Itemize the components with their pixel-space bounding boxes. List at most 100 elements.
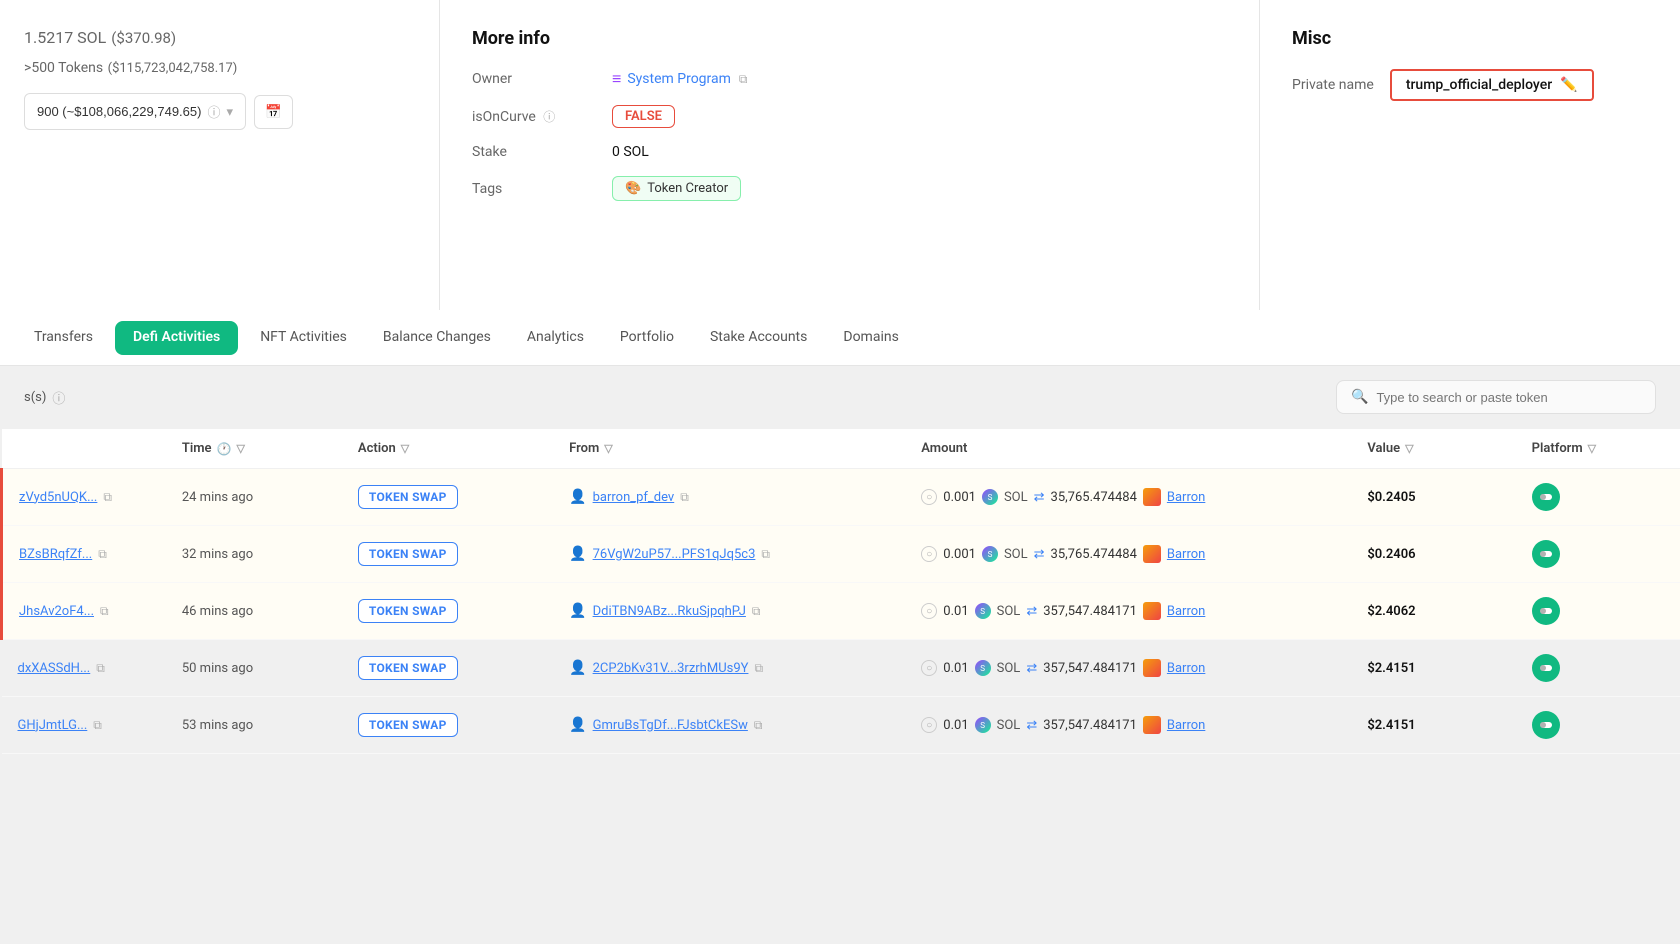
- tags-value: 🎨 Token Creator: [612, 176, 741, 201]
- tab-domains[interactable]: Domains: [825, 313, 916, 363]
- action-badge: TOKEN SWAP: [358, 485, 458, 509]
- platform-icon[interactable]: [1532, 711, 1560, 739]
- hash-copy-icon[interactable]: ⧉: [100, 604, 109, 619]
- platform-filter-icon[interactable]: ▽: [1588, 442, 1596, 455]
- cell-platform: [1516, 640, 1680, 697]
- nft-avatar: [1143, 488, 1161, 506]
- search-input[interactable]: [1376, 390, 1636, 405]
- from-filter-icon[interactable]: ▽: [604, 442, 612, 455]
- table-row: zVyd5nUQK... ⧉ 24 mins ago TOKEN SWAP 👤 …: [2, 469, 1680, 526]
- swap-arrows-icon: ⇄: [1034, 490, 1045, 505]
- system-program-icon: ≡: [612, 69, 621, 89]
- platform-icon[interactable]: [1532, 654, 1560, 682]
- platform-icon[interactable]: [1532, 540, 1560, 568]
- token-name-link[interactable]: Barron: [1167, 661, 1205, 676]
- from-link[interactable]: barron_pf_dev: [593, 490, 675, 505]
- from-link[interactable]: 76VgW2uP57...PFS1qJq5c3: [593, 547, 756, 562]
- table-body: zVyd5nUQK... ⧉ 24 mins ago TOKEN SWAP 👤 …: [2, 469, 1680, 754]
- action-badge: TOKEN SWAP: [358, 713, 458, 737]
- dropdown-row: 900 (~$108,066,229,749.65) ⓘ ▾ 📅: [24, 93, 415, 130]
- cell-platform: [1516, 526, 1680, 583]
- platform-icon[interactable]: [1532, 483, 1560, 511]
- tx-hash-link[interactable]: GHjJmtLG...: [18, 718, 88, 733]
- time-value: 50 mins ago: [182, 661, 253, 676]
- transactions-table: Time 🕐 ▽ Action ▽: [0, 429, 1680, 754]
- clock-small-icon: ○: [921, 717, 937, 733]
- tag-icon: 🎨: [625, 181, 641, 196]
- token-name-link[interactable]: Barron: [1167, 604, 1205, 619]
- sol-icon: S: [975, 660, 991, 676]
- calendar-button[interactable]: 📅: [254, 95, 293, 129]
- from-link[interactable]: GmruBsTgDf...FJsbtCkESw: [593, 718, 748, 733]
- action-badge: TOKEN SWAP: [358, 542, 458, 566]
- left-card: 1.5217 SOL ($370.98) >500 Tokens ($115,7…: [0, 0, 440, 310]
- owner-value: ≡ System Program ⧉: [612, 69, 748, 89]
- clock-small-icon: ○: [921, 603, 937, 619]
- tab-nft-activities[interactable]: NFT Activities: [242, 313, 365, 363]
- action-badge: TOKEN SWAP: [358, 599, 458, 623]
- value-filter-icon[interactable]: ▽: [1405, 442, 1413, 455]
- cell-value: $2.4151: [1351, 640, 1515, 697]
- amount-sol: 0.001: [943, 547, 976, 562]
- hash-copy-icon[interactable]: ⧉: [93, 718, 102, 733]
- from-link[interactable]: 2CP2bKv31V...3rzrhMUs9Y: [593, 661, 749, 676]
- table-wrapper: Time 🕐 ▽ Action ▽: [0, 429, 1680, 754]
- cell-value: $2.4062: [1351, 583, 1515, 640]
- cell-from: 👤 2CP2bKv31V...3rzrhMUs9Y ⧉: [553, 640, 905, 697]
- is-on-curve-row: isOnCurve ⓘ FALSE: [472, 105, 1227, 128]
- hash-copy-icon[interactable]: ⧉: [98, 547, 107, 562]
- amount-dropdown[interactable]: 900 (~$108,066,229,749.65) ⓘ ▾: [24, 93, 246, 130]
- tab-stake-accounts[interactable]: Stake Accounts: [692, 313, 825, 363]
- sol-icon: S: [982, 546, 998, 562]
- col-platform: Platform ▽: [1516, 429, 1680, 469]
- nft-avatar: [1143, 602, 1161, 620]
- hash-copy-icon[interactable]: ⧉: [96, 661, 105, 676]
- amount-sol: 0.001: [943, 490, 976, 505]
- owner-copy-icon[interactable]: ⧉: [739, 72, 748, 87]
- more-info-card: More info Owner ≡ System Program ⧉ isOnC…: [440, 0, 1260, 310]
- edit-icon[interactable]: ✏️: [1560, 77, 1577, 93]
- private-name-text: trump_official_deployer: [1406, 77, 1552, 93]
- tab-balance-changes[interactable]: Balance Changes: [365, 313, 509, 363]
- search-box: 🔍: [1336, 380, 1656, 414]
- col-action: Action ▽: [342, 429, 553, 469]
- tx-hash-link[interactable]: dxXASSdH...: [18, 661, 91, 676]
- from-copy-icon[interactable]: ⧉: [754, 661, 763, 676]
- tab-portfolio[interactable]: Portfolio: [602, 313, 692, 363]
- token-name-link[interactable]: Barron: [1167, 490, 1205, 505]
- tab-analytics[interactable]: Analytics: [509, 313, 602, 363]
- token-name-link[interactable]: Barron: [1167, 718, 1205, 733]
- tokens-amount: >500 Tokens ($115,723,042,758.17): [24, 56, 415, 77]
- value-amount: $2.4151: [1367, 718, 1415, 733]
- action-filter-icon[interactable]: ▽: [401, 442, 409, 455]
- platform-icon[interactable]: [1532, 597, 1560, 625]
- hash-copy-icon[interactable]: ⧉: [103, 490, 112, 505]
- system-program-link[interactable]: ≡ System Program: [612, 69, 731, 89]
- from-copy-icon[interactable]: ⧉: [761, 547, 770, 562]
- tab-transfers[interactable]: Transfers: [16, 313, 111, 363]
- cell-action: TOKEN SWAP: [342, 640, 553, 697]
- col-value: Value ▽: [1351, 429, 1515, 469]
- amount-sol: 0.01: [943, 661, 968, 676]
- clock-small-icon: ○: [921, 546, 937, 562]
- cell-amount: ○ 0.001 S SOL ⇄ 35,765.474484 Barron: [905, 526, 1351, 583]
- token-creator-badge: 🎨 Token Creator: [612, 176, 741, 201]
- time-filter-icon[interactable]: ▽: [236, 442, 244, 455]
- from-copy-icon[interactable]: ⧉: [754, 718, 763, 733]
- from-copy-icon[interactable]: ⧉: [680, 490, 689, 505]
- tx-count-label: s(s): [24, 390, 46, 405]
- col-hash: [2, 429, 166, 469]
- sol-usd-value: ($370.98): [111, 29, 176, 47]
- tab-defi-activities[interactable]: Defi Activities: [115, 321, 238, 355]
- swap-arrows-icon: ⇄: [1026, 718, 1037, 733]
- stake-row: Stake 0 SOL: [472, 144, 1227, 160]
- swap-amount: 357,547.484171: [1043, 718, 1137, 733]
- from-link[interactable]: DdiTBN9ABz...RkuSjpqhPJ: [593, 604, 746, 619]
- time-value: 32 mins ago: [182, 547, 253, 562]
- tx-hash-link[interactable]: zVyd5nUQK...: [19, 490, 97, 505]
- tx-hash-link[interactable]: JhsAv2oF4...: [19, 604, 94, 619]
- token-name-link[interactable]: Barron: [1167, 547, 1205, 562]
- tx-hash-link[interactable]: BZsBRqfZf...: [19, 547, 92, 562]
- from-copy-icon[interactable]: ⧉: [752, 604, 761, 619]
- calendar-icon: 📅: [265, 104, 282, 120]
